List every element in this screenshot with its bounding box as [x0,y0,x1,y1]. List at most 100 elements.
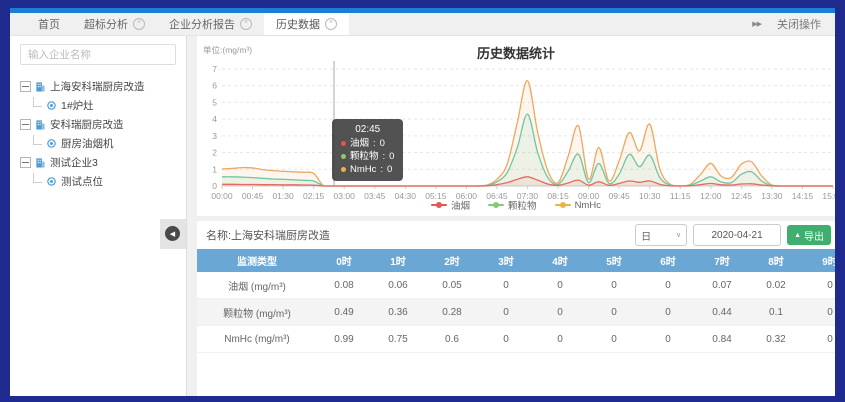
app-window: 首页 超标分析 × 企业分析报告 × 历史数据 × ▶▶ 关闭操作 [10,13,835,396]
tab-home[interactable]: 首页 [26,13,72,35]
data-table-panel: 名称:上海安科瑞厨房改造 日 ∨ 2020-04-21 ▲ 导出 [197,221,835,396]
history-line-chart: 0123456700:0000:4501:3002:1503:0003:4504… [197,36,835,216]
tree-node-enterprise[interactable]: 测试企业3 [20,153,180,172]
tab-exceed-analysis[interactable]: 超标分析 × [72,13,157,35]
tree-node-point[interactable]: 1#炉灶 [20,96,180,115]
collapse-node-icon[interactable] [20,81,31,92]
data-cell: 0 [587,334,641,345]
row-label: NmHc (mg/m³) [197,334,317,345]
enterprise-name-label: 名称:上海安科瑞厨房改造 [206,227,330,243]
tabbar-actions: ▶▶ 关闭操作 [752,13,835,35]
data-cell: 0.28 [425,307,479,318]
column-header: 8时 [749,253,803,268]
tree-connector [33,173,42,183]
export-button[interactable]: ▲ 导出 [787,225,831,245]
legend-dot-icon [560,202,566,208]
tab-history-data[interactable]: 历史数据 × [264,13,349,35]
collapse-node-icon[interactable] [20,157,31,168]
legend-label: 颗粒物 [508,198,537,212]
column-header: 监测类型 [197,253,317,268]
data-cell: 0.07 [695,280,749,291]
legend-item-nmhc[interactable]: NmHc [555,200,601,211]
row-label: 颗粒物 (mg/m³) [197,305,317,320]
data-cell: 0 [803,334,835,345]
column-header: 9时 [803,253,835,268]
data-cell: 0 [803,307,835,318]
period-select[interactable]: 日 ∨ [635,224,687,246]
data-cell: 0 [641,280,695,291]
column-header: 2时 [425,253,479,268]
tree-node-label: 测试点位 [61,174,103,189]
chevron-down-icon: ∨ [676,231,681,239]
history-chart-panel: 单位:(mg/m³) 历史数据统计 0123456700:0000:4501:3… [197,36,835,216]
column-header: 1时 [371,253,425,268]
download-icon: ▲ [794,232,801,239]
table-row: 油烟 (mg/m³)0.080.060.0500000.070.020 [197,272,835,299]
svg-text:6: 6 [212,81,217,91]
date-value: 2020-04-21 [711,230,762,241]
svg-text:2: 2 [212,148,217,158]
fast-forward-icon[interactable]: ▶▶ [752,20,761,28]
tree-node-label: 厨房油烟机 [61,136,114,151]
hourly-data-table: 监测类型0时1时2时3时4时5时6时7时8时9时油烟 (mg/m³)0.080.… [197,249,835,396]
data-cell: 0.75 [371,334,425,345]
data-cell: 0.32 [749,334,803,345]
date-input[interactable]: 2020-04-21 [693,224,781,246]
monitor-point-icon [46,100,57,111]
tab-label: 历史数据 [276,16,320,32]
close-operation-button[interactable]: 关闭操作 [777,16,821,32]
svg-text:5: 5 [212,97,217,107]
collapse-sidebar-button[interactable]: ◀ [165,226,180,241]
legend-item-particulate[interactable]: 颗粒物 [488,198,537,212]
tree-node-label: 安科瑞厨房改造 [50,117,124,132]
row-label: 油烟 (mg/m³) [197,278,317,293]
tree-connector [33,135,42,145]
data-cell: 0.99 [317,334,371,345]
chart-legend: 油烟 颗粒物 NmHc [197,198,835,212]
close-icon[interactable]: × [325,18,337,30]
data-cell: 0 [533,280,587,291]
column-header: 6时 [641,253,695,268]
data-cell: 0 [479,334,533,345]
data-cell: 0 [587,280,641,291]
data-cell: 0 [533,334,587,345]
tree-node-label: 上海安科瑞厨房改造 [50,79,145,94]
building-icon [35,157,46,168]
data-cell: 0 [479,280,533,291]
legend-line-icon [431,204,447,206]
tree-node-point[interactable]: 测试点位 [20,172,180,191]
column-header: 7时 [695,253,749,268]
table-header-row: 监测类型0时1时2时3时4时5时6时7时8时9时 [197,249,835,272]
chevron-left-icon: ◀ [170,230,175,238]
legend-label: NmHc [575,200,601,211]
close-icon[interactable]: × [133,18,145,30]
column-header: 0时 [317,253,371,268]
data-cell: 0.44 [695,307,749,318]
data-cell: 0.02 [749,280,803,291]
tab-label: 首页 [38,16,60,32]
data-cell: 0 [641,307,695,318]
legend-dot-icon [493,202,499,208]
tree-node-label: 1#炉灶 [61,98,94,113]
table-row: NmHc (mg/m³)0.990.750.600000.840.320 [197,326,835,353]
building-icon [35,81,46,92]
tree-node-point[interactable]: 厨房油烟机 [20,134,180,153]
svg-text:4: 4 [212,114,217,124]
column-header: 4时 [533,253,587,268]
enterprise-sidebar: 上海安科瑞厨房改造 1#炉灶 安科瑞厨房改造 厨房油烟机 [10,36,187,396]
legend-line-icon [488,204,504,206]
legend-item-oil-smoke[interactable]: 油烟 [431,198,470,212]
tree-node-enterprise[interactable]: 安科瑞厨房改造 [20,115,180,134]
svg-text:7: 7 [212,64,217,74]
collapse-node-icon[interactable] [20,119,31,130]
column-header: 3时 [479,253,533,268]
data-cell: 0.1 [749,307,803,318]
search-input[interactable] [20,44,176,65]
tab-enterprise-report[interactable]: 企业分析报告 × [157,13,264,35]
export-label: 导出 [804,228,824,243]
close-icon[interactable]: × [240,18,252,30]
tree-node-enterprise[interactable]: 上海安科瑞厨房改造 [20,77,180,96]
data-cell: 0 [533,307,587,318]
data-cell: 0.06 [371,280,425,291]
monitor-point-icon [46,176,57,187]
